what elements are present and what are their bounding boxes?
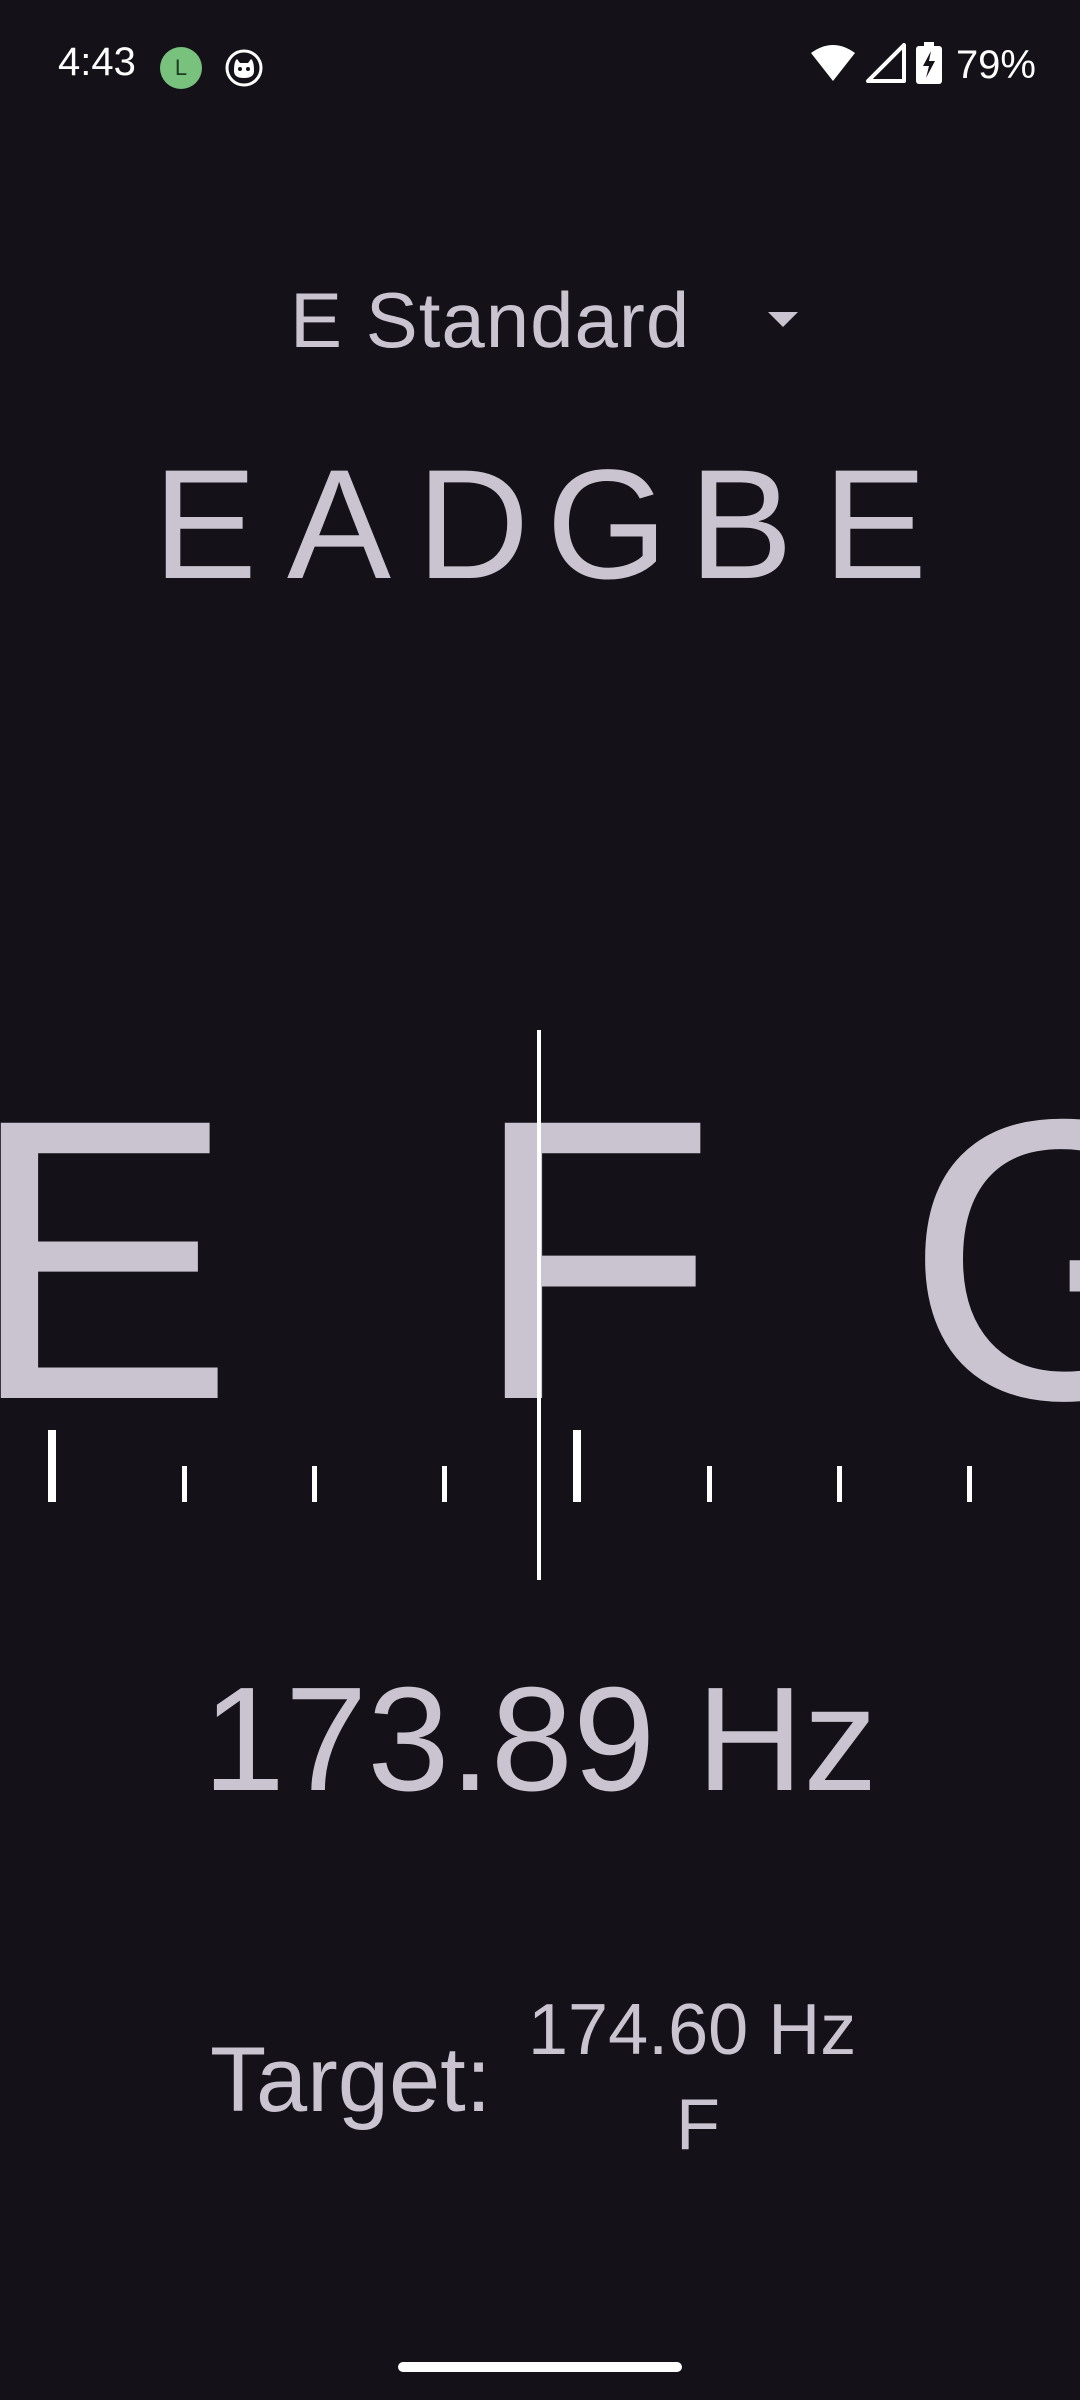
tuning-selector[interactable]: E Standard — [290, 270, 820, 370]
target-note: F — [676, 2085, 720, 2165]
target-frequency: 174.60 Hz — [528, 1990, 857, 2070]
tuner-screen: 4:43 L 79% E Standard E A D G B E E F G … — [0, 0, 1080, 2400]
string-note-1[interactable]: E — [810, 440, 940, 610]
app-badge-icon: L — [160, 47, 202, 89]
string-note-4[interactable]: D — [408, 440, 538, 610]
tuning-needle — [537, 1030, 541, 1580]
target-label: Target: — [210, 2029, 492, 2131]
note-dial: E F G — [0, 1020, 1080, 1620]
dial-tick-minor — [182, 1466, 187, 1502]
cat-icon — [225, 49, 263, 87]
dial-tick-major — [573, 1430, 581, 1502]
dial-tick-minor — [837, 1466, 842, 1502]
status-bar: 4:43 L 79% — [0, 0, 1080, 130]
signal-icon — [865, 42, 906, 88]
string-note-3[interactable]: G — [542, 440, 672, 610]
status-icons: 79% — [810, 40, 1036, 90]
wifi-icon — [810, 43, 856, 88]
dial-tick-minor — [707, 1466, 712, 1502]
dial-tick-minor — [967, 1466, 972, 1502]
dial-note-next: G — [905, 1036, 1080, 1483]
tuning-name: E Standard — [290, 275, 691, 364]
dial-tick-minor — [312, 1466, 317, 1502]
dial-tick-major — [48, 1430, 56, 1502]
battery-percentage: 79% — [955, 42, 1036, 87]
string-note-6[interactable]: E — [140, 440, 270, 610]
status-time: 4:43 — [58, 40, 136, 84]
battery-charging-icon — [915, 41, 942, 89]
string-note-2[interactable]: B — [676, 440, 806, 610]
dial-note-current: F — [472, 1036, 717, 1483]
gesture-nav-handle[interactable] — [398, 2362, 682, 2372]
dial-tick-minor — [442, 1466, 447, 1502]
dial-note-previous: E — [0, 1036, 235, 1483]
dropdown-arrow-icon — [768, 312, 798, 327]
detected-frequency: 173.89 Hz — [202, 1657, 878, 1822]
tuning-strings: E A D G B E — [140, 440, 940, 610]
string-note-5[interactable]: A — [274, 440, 404, 610]
